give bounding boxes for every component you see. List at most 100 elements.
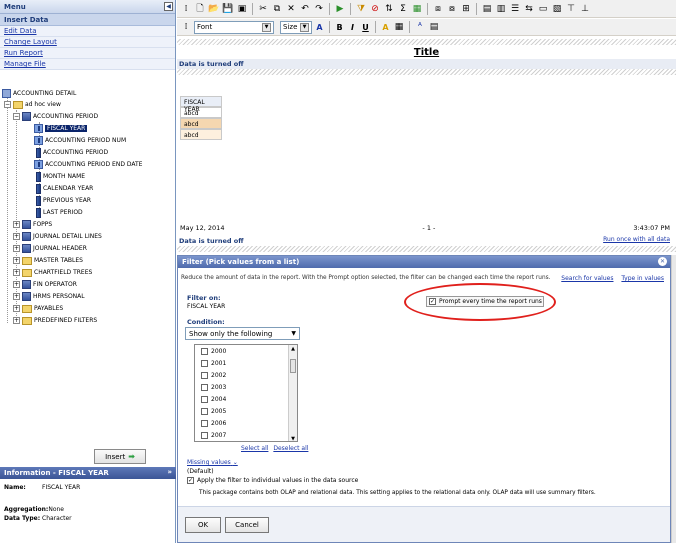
year-checkbox[interactable] xyxy=(201,359,208,367)
expand-icon[interactable]: + xyxy=(13,269,20,276)
tree-master-tables[interactable]: + MASTER TABLES xyxy=(13,255,83,266)
filter-icon[interactable]: ⧩ xyxy=(355,3,367,15)
font-select[interactable]: Font ▼ xyxy=(194,20,274,34)
run-icon[interactable]: ▶ xyxy=(334,3,346,15)
ungroup-icon[interactable]: ⧇ xyxy=(446,3,458,15)
menu-link-edit-data[interactable]: Edit Data xyxy=(0,26,175,37)
values-list[interactable]: 2000 2001 2002 2003 2004 2005 2006 2007 … xyxy=(194,344,298,442)
select-all-link[interactable]: Select all xyxy=(241,445,268,452)
type-values-link[interactable]: Type in values xyxy=(621,275,664,282)
year-checkbox[interactable] xyxy=(201,431,208,439)
apply-filter-checkbox[interactable]: ✓ xyxy=(187,477,194,484)
menu-insert-data[interactable]: Insert Data xyxy=(0,14,175,26)
missing-values-link[interactable]: Missing values ⌄ xyxy=(187,459,238,466)
crosstab-icon[interactable]: ▥ xyxy=(495,3,507,15)
collapse-icon[interactable]: − xyxy=(13,113,20,120)
underline-button[interactable]: U xyxy=(360,23,371,32)
tree-item-accounting-period-end-date[interactable]: ACCOUNTING PERIOD END DATE xyxy=(34,159,142,170)
cancel-button[interactable]: Cancel xyxy=(225,517,269,533)
expand-icon[interactable]: + xyxy=(13,257,20,264)
close-icon[interactable]: ✕ xyxy=(658,257,667,266)
tree-fin-operator[interactable]: + FIN OPERATOR xyxy=(13,279,77,290)
tree-hrms-personal[interactable]: + HRMS PERSONAL xyxy=(13,291,85,302)
new-icon[interactable]: 🗋 xyxy=(194,3,206,15)
list-item[interactable]: 2003 xyxy=(195,381,297,393)
save-icon[interactable]: 💾 xyxy=(222,3,234,15)
run-once-link[interactable]: Run once with all data xyxy=(603,236,670,243)
expand-icon[interactable]: + xyxy=(13,317,20,324)
expand-icon[interactable]: + xyxy=(13,281,20,288)
size-select[interactable]: Size ▼ xyxy=(280,20,312,34)
scroll-down-icon[interactable]: ▼ xyxy=(289,435,297,441)
redo-icon[interactable]: ↷ xyxy=(313,3,325,15)
italic-button[interactable]: I xyxy=(347,23,358,32)
sort-icon[interactable]: ⇅ xyxy=(383,3,395,15)
save-as-icon[interactable]: ▣ xyxy=(236,3,248,15)
year-checkbox[interactable] xyxy=(201,407,208,415)
tree-accounting-period[interactable]: − ACCOUNTING PERIOD xyxy=(13,111,98,122)
list-item[interactable]: 2004 xyxy=(195,393,297,405)
menu-link-change-layout[interactable]: Change Layout xyxy=(0,37,175,48)
pivot-icon[interactable]: ⊞ xyxy=(460,3,472,15)
insert-button[interactable]: Insert ➡ xyxy=(94,449,146,464)
open-icon[interactable]: 📂 xyxy=(208,3,220,15)
cut-icon[interactable]: ✂ xyxy=(257,3,269,15)
tree-view[interactable]: − ad hoc view xyxy=(4,99,61,110)
tree-item-previous-year[interactable]: PREVIOUS YEAR xyxy=(36,195,91,206)
undo-icon[interactable]: ↶ xyxy=(299,3,311,15)
background-color-icon[interactable]: A xyxy=(380,23,391,32)
report-title[interactable]: Title xyxy=(177,47,676,58)
expand-icon[interactable]: + xyxy=(13,245,20,252)
list-scrollbar[interactable]: ▲ ▼ xyxy=(288,345,297,441)
vertical-scrollbar[interactable] xyxy=(671,255,676,543)
deselect-all-link[interactable]: Deselect all xyxy=(273,445,308,452)
scroll-up-icon[interactable]: ▲ xyxy=(289,345,297,353)
tree-root[interactable]: ACCOUNTING DETAIL xyxy=(2,88,76,99)
borders-icon[interactable]: ▦ xyxy=(393,21,405,33)
chart-icon[interactable]: ▦ xyxy=(411,3,423,15)
group-icon[interactable]: ⧈ xyxy=(432,3,444,15)
list-item[interactable]: 2005 xyxy=(195,405,297,417)
condition-select[interactable]: Show only the following ▼ xyxy=(185,327,300,340)
footer-icon[interactable]: ⊥ xyxy=(579,3,591,15)
table-style-icon[interactable]: ▤ xyxy=(428,21,440,33)
tree-item-accounting-period-col[interactable]: ACCOUNTING PERIOD xyxy=(36,147,108,158)
ok-button[interactable]: OK xyxy=(185,517,221,533)
suppress-icon[interactable]: ⊘ xyxy=(369,3,381,15)
collapse-left-icon[interactable]: ◀ xyxy=(164,2,173,11)
tree-item-month-name[interactable]: MONTH NAME xyxy=(36,171,85,182)
table-row[interactable]: abcd xyxy=(180,118,222,129)
table-row[interactable]: abcd xyxy=(180,129,222,140)
apply-filter-row[interactable]: ✓ Apply the filter to individual values … xyxy=(187,477,358,484)
list-item[interactable]: 2007 xyxy=(195,429,297,441)
year-checkbox[interactable] xyxy=(201,395,208,403)
tree-fopps[interactable]: + FOPPS xyxy=(13,219,52,230)
collapse-icon[interactable]: − xyxy=(4,101,11,108)
year-checkbox[interactable] xyxy=(201,383,208,391)
page-icon[interactable]: ▭ xyxy=(537,3,549,15)
year-checkbox[interactable] xyxy=(201,347,208,355)
copy-icon[interactable]: ⧉ xyxy=(271,3,283,15)
delete-icon[interactable]: ✕ xyxy=(285,3,297,15)
tree-chartfield-trees[interactable]: + CHARTFIELD TREES xyxy=(13,267,92,278)
collapse-chevron-icon[interactable]: » xyxy=(167,468,172,476)
header-icon[interactable]: ⊤ xyxy=(565,3,577,15)
list-item[interactable]: 2001 xyxy=(195,357,297,369)
tree-journal-detail-lines[interactable]: + JOURNAL DETAIL LINES xyxy=(13,231,102,242)
list-item[interactable]: 2002 xyxy=(195,369,297,381)
swap-icon[interactable]: ⇆ xyxy=(523,3,535,15)
menu-link-run-report[interactable]: Run Report xyxy=(0,48,175,59)
scroll-thumb[interactable] xyxy=(290,359,296,373)
list-item[interactable]: 2006 xyxy=(195,417,297,429)
font-color-icon[interactable]: A xyxy=(314,23,325,32)
expand-icon[interactable]: + xyxy=(13,305,20,312)
expand-icon[interactable]: + xyxy=(13,293,20,300)
year-checkbox[interactable] xyxy=(201,419,208,427)
expand-icon[interactable]: + xyxy=(13,233,20,240)
tree-journal-header[interactable]: + JOURNAL HEADER xyxy=(13,243,87,254)
list-column-header[interactable]: FISCAL YEAR xyxy=(180,96,222,113)
tree-payables[interactable]: + PAYABLES xyxy=(13,303,63,314)
sum-icon[interactable]: Σ xyxy=(397,3,409,15)
list-icon[interactable]: ☰ xyxy=(509,3,521,15)
list-item[interactable]: 2000 xyxy=(195,345,297,357)
